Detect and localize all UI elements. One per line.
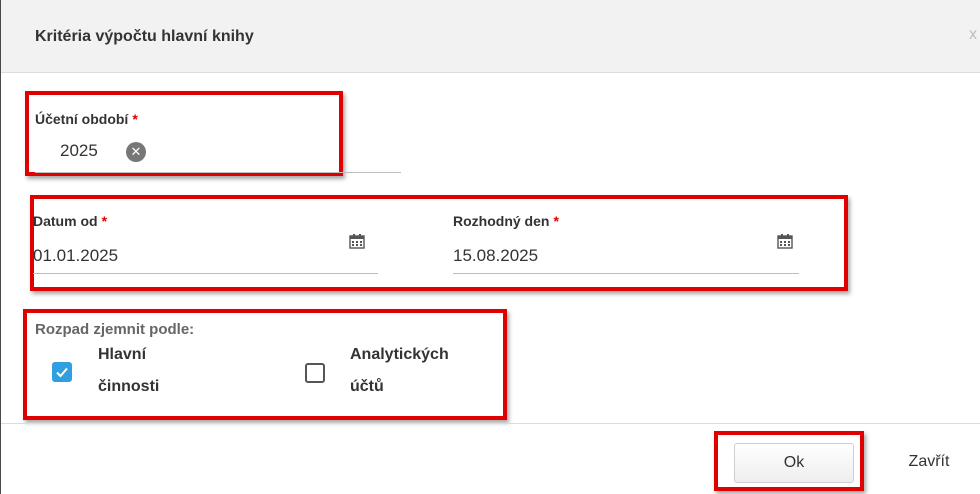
accounting-period-underline — [35, 172, 401, 173]
calendar-icon[interactable] — [349, 233, 365, 249]
accounting-period-value[interactable]: 2025 — [60, 141, 98, 161]
main-activity-label[interactable]: Hlavní činnosti — [98, 339, 248, 403]
date-from-label: Datum od * — [33, 213, 108, 229]
criteria-dialog: Kritéria výpočtu hlavní knihy x Účetní o… — [0, 0, 980, 494]
decision-day-underline — [453, 273, 799, 274]
highlight-dates — [30, 195, 848, 291]
close-icon[interactable]: x — [969, 26, 977, 44]
required-mark: * — [553, 213, 559, 229]
decision-day-label: Rozhodný den * — [453, 213, 559, 229]
dialog-header: Kritéria výpočtu hlavní knihy x — [1, 0, 980, 73]
required-mark: * — [101, 213, 108, 229]
close-button[interactable]: Zavřít — [879, 443, 979, 483]
required-mark: * — [132, 111, 138, 127]
breakdown-title: Rozpad zjemnit podle: — [35, 321, 195, 338]
footer-divider — [1, 423, 980, 424]
calendar-icon[interactable] — [777, 233, 793, 249]
highlight-accounting-period — [25, 91, 343, 176]
clear-icon[interactable]: ✕ — [126, 142, 146, 162]
main-activity-checkbox[interactable] — [52, 362, 72, 382]
dialog-title: Kritéria výpočtu hlavní knihy — [35, 28, 254, 45]
analytical-accounts-checkbox[interactable] — [305, 363, 325, 383]
date-from-underline — [33, 273, 378, 274]
date-from-input[interactable]: 01.01.2025 — [33, 246, 118, 266]
decision-day-input[interactable]: 15.08.2025 — [453, 246, 538, 266]
analytical-accounts-label[interactable]: Analytických účtů — [350, 339, 500, 403]
accounting-period-label: Účetní období * — [35, 111, 138, 127]
check-icon — [56, 367, 68, 378]
ok-button[interactable]: Ok — [734, 443, 854, 483]
